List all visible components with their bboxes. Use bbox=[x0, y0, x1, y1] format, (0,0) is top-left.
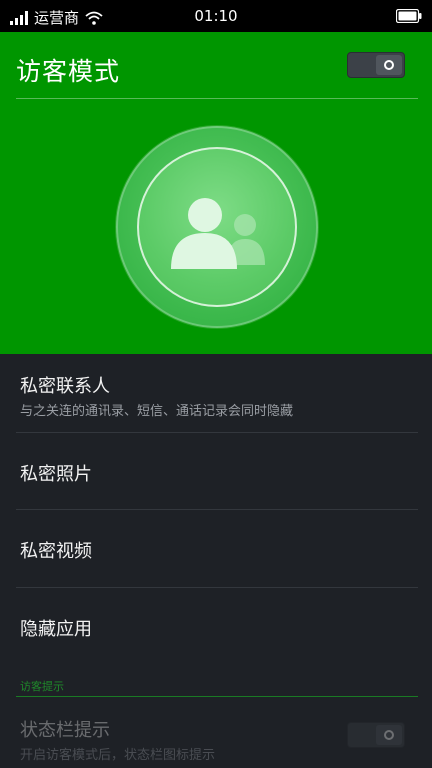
privacy-settings-list: 私密联系人 与之关连的通讯录、短信、通话记录会同时隐藏 私密照片 私密视频 隐藏… bbox=[0, 354, 432, 768]
guest-hero-circle bbox=[116, 126, 318, 328]
guest-mode-toggle[interactable] bbox=[347, 52, 405, 78]
guest-hero-inner-circle bbox=[137, 147, 297, 307]
hidden-apps-label: 隐藏应用 bbox=[20, 619, 92, 640]
status-time: 01:10 bbox=[194, 7, 238, 25]
page-title: 访客模式 bbox=[16, 57, 121, 86]
header-divider bbox=[16, 98, 418, 99]
hidden-apps-row[interactable]: 隐藏应用 bbox=[0, 588, 432, 666]
toggle-knob bbox=[376, 55, 402, 75]
status-bar-hint-toggle[interactable] bbox=[347, 722, 405, 748]
status-bar: 运营商 01:10 bbox=[0, 0, 432, 32]
private-contacts-row[interactable]: 私密联系人 与之关连的通讯录、短信、通话记录会同时隐藏 bbox=[0, 354, 432, 433]
private-photos-row[interactable]: 私密照片 bbox=[0, 433, 432, 510]
private-videos-label: 私密视频 bbox=[20, 541, 92, 562]
guest-users-icon bbox=[171, 198, 265, 269]
status-bar-hint-description: 开启访客模式后，状态栏图标提示 bbox=[20, 748, 216, 763]
status-bar-hint-label: 状态栏提示 bbox=[20, 720, 110, 741]
guest-mode-header: 访客模式 bbox=[0, 32, 432, 354]
private-contacts-label: 私密联系人 bbox=[20, 376, 110, 397]
battery-icon bbox=[395, 8, 422, 27]
toggle-knob bbox=[376, 725, 402, 745]
private-contacts-description: 与之关连的通讯录、短信、通话记录会同时隐藏 bbox=[20, 404, 294, 419]
guest-hint-section-title: 访客提示 bbox=[20, 680, 64, 693]
status-bar-hint-row[interactable]: 状态栏提示 开启访客模式后，状态栏图标提示 bbox=[0, 698, 432, 768]
private-videos-row[interactable]: 私密视频 bbox=[0, 510, 432, 588]
section-divider bbox=[16, 696, 418, 697]
private-photos-label: 私密照片 bbox=[20, 464, 92, 485]
